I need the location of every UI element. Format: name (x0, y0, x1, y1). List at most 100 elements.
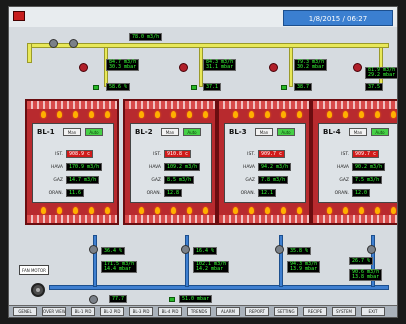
main-air-flow-display: 77.7 (109, 295, 128, 303)
manual-button[interactable]: Man (63, 128, 81, 136)
air-branch-1 (93, 235, 97, 287)
auto-button[interactable]: Auto (183, 128, 201, 136)
furnace-bl-3: BL-3 Man Auto IST. 909.7 c HAVA 94.2 m3/… (217, 99, 311, 225)
air-pct-4-display: 26.7 % (349, 257, 374, 265)
main-gas-valve-icon[interactable] (49, 39, 58, 48)
furnace-top-strip (313, 101, 397, 109)
air-valve-4-icon[interactable] (367, 245, 376, 254)
furnace-title: BL-2 (135, 128, 153, 136)
air-flow-1-display: 171.5 m3/h 14.4 mbar (101, 261, 138, 273)
hava-value: 94.2 m3/h (258, 163, 292, 171)
gas-flow-4-display: 81.9 m3/h 29.2 mbar (365, 67, 397, 79)
flame-icon (187, 207, 192, 214)
gaz-label: GAZ (245, 178, 255, 183)
gas-flow-1-display: 84.7 m3/h 30.3 mbar (106, 59, 140, 71)
gaz-label: GAZ (151, 178, 161, 183)
flame-icon (41, 111, 46, 118)
ist-label: IST. (341, 152, 349, 157)
flame-icon (105, 111, 110, 118)
air-flow-4-display: 90.6 m3/h 13.8 mbar (349, 269, 383, 281)
gaz-value: 14.7 m3/h (66, 176, 100, 184)
flame-icon (57, 207, 62, 214)
tab-bl-4-pid[interactable]: BL-4 PID (158, 307, 182, 316)
furnace-panel: BL-4 Man Auto IST. 909.7 c HAVA 90.2 m3/… (318, 123, 397, 203)
air-valve-3-icon[interactable] (275, 245, 284, 254)
air-flow-2-display: 102.1 m3/h 14.2 mbar (193, 261, 230, 273)
hmi-screen: 1/8/2015 / 06:27 78.0 m3/h 84.7 m3/h 30.3… (8, 6, 398, 318)
furnace-title: BL-3 (229, 128, 247, 136)
main-shutoff-valve-icon[interactable] (69, 39, 78, 48)
tab-genel[interactable]: GENEL (13, 307, 37, 316)
air-valve-1-icon[interactable] (89, 245, 98, 254)
ist-label: IST. (247, 152, 255, 157)
gaz-value: 7.8 m3/h (258, 176, 289, 184)
tab-alarm[interactable]: ALARM (216, 307, 240, 316)
auto-button[interactable]: Auto (277, 128, 295, 136)
hava-label: HAVA (148, 165, 161, 170)
flame-icon (155, 207, 160, 214)
tab-report[interactable]: REPORT (245, 307, 269, 316)
status-flag-2-icon (191, 85, 197, 90)
flame-icon (265, 207, 270, 214)
fan-motor-label-box: FAN MOTOR (19, 265, 49, 275)
air-status-flag-icon (169, 297, 175, 302)
furnace-bl-2: BL-2 Man Auto IST. 910.8 c HAVA 109.2 m3… (123, 99, 217, 225)
main-air-valve-icon[interactable] (89, 295, 98, 304)
blower-fan-icon[interactable] (31, 283, 45, 297)
manual-button[interactable]: Man (349, 128, 367, 136)
hava-label: HAVA (242, 165, 255, 170)
auto-button[interactable]: Auto (371, 128, 389, 136)
manual-button[interactable]: Man (255, 128, 273, 136)
flame-icon (89, 207, 94, 214)
flame-icon (375, 111, 380, 118)
gas-flow-2-display: 84.3 m3/h 31.1 mbar (203, 59, 237, 71)
tab-exit[interactable]: EXIT (361, 307, 385, 316)
furnace-bottom-strip (125, 215, 215, 223)
gas-valve-4-icon[interactable] (353, 63, 362, 72)
flame-icon (375, 207, 380, 214)
tab-bl-1-pid[interactable]: BL-1 PID (71, 307, 95, 316)
flame-icon (73, 207, 78, 214)
flame-icon (391, 111, 396, 118)
oran-label: ORAN. (48, 191, 63, 196)
gas-valve-3-icon[interactable] (269, 63, 278, 72)
gas-pct-2-display: 37.1 (203, 83, 222, 91)
oran-label: ORAN. (146, 191, 161, 196)
tab-overview[interactable]: OVER VIEW (42, 307, 66, 316)
navigation-tab-bar: GENEL OVER VIEW BL-1 PID BL-2 PID BL-3 P… (9, 305, 397, 317)
flame-icon (359, 111, 364, 118)
gas-valve-1-icon[interactable] (79, 63, 88, 72)
gas-valve-2-icon[interactable] (179, 63, 188, 72)
hava-value: 90.2 m3/h (352, 163, 386, 171)
tab-trends[interactable]: TRENDS (187, 307, 211, 316)
tab-bl-2-pid[interactable]: BL-2 PID (100, 307, 124, 316)
ist-label: IST. (153, 152, 161, 157)
flame-icon (171, 207, 176, 214)
air-flow-3-display: 94.3 m3/h 13.9 mbar (287, 261, 321, 273)
furnace-bl-4: BL-4 Man Auto IST. 909.7 c HAVA 90.2 m3/… (311, 99, 397, 225)
main-gas-flow-display: 78.0 m3/h (129, 33, 163, 41)
tab-bl-3-pid[interactable]: BL-3 PID (129, 307, 153, 316)
tab-system[interactable]: SYSTEM (332, 307, 356, 316)
tab-recipe[interactable]: RECIPE (303, 307, 327, 316)
flame-icon (343, 207, 348, 214)
flame-icon (41, 207, 46, 214)
hava-value: 170.9 m3/h (66, 163, 103, 171)
air-valve-2-icon[interactable] (181, 245, 190, 254)
flame-icon (249, 207, 254, 214)
hava-value: 109.2 m3/h (164, 163, 201, 171)
furnace-bottom-strip (313, 215, 397, 223)
alarm-indicator-icon[interactable] (13, 11, 25, 21)
datetime-display: 1/8/2015 / 06:27 (283, 10, 393, 26)
manual-button[interactable]: Man (161, 128, 179, 136)
furnace-title: BL-1 (37, 128, 55, 136)
tab-setting[interactable]: SETTING (274, 307, 298, 316)
flame-icon (281, 111, 286, 118)
auto-button[interactable]: Auto (85, 128, 103, 136)
air-pct-3-display: 35.8 % (287, 247, 312, 255)
air-branch-3 (279, 235, 283, 287)
air-pct-2-display: 16.4 % (193, 247, 218, 255)
branch-pipe-3 (289, 47, 293, 87)
flame-icon (171, 111, 176, 118)
gas-pct-1-display: 58.6 % (106, 83, 131, 91)
